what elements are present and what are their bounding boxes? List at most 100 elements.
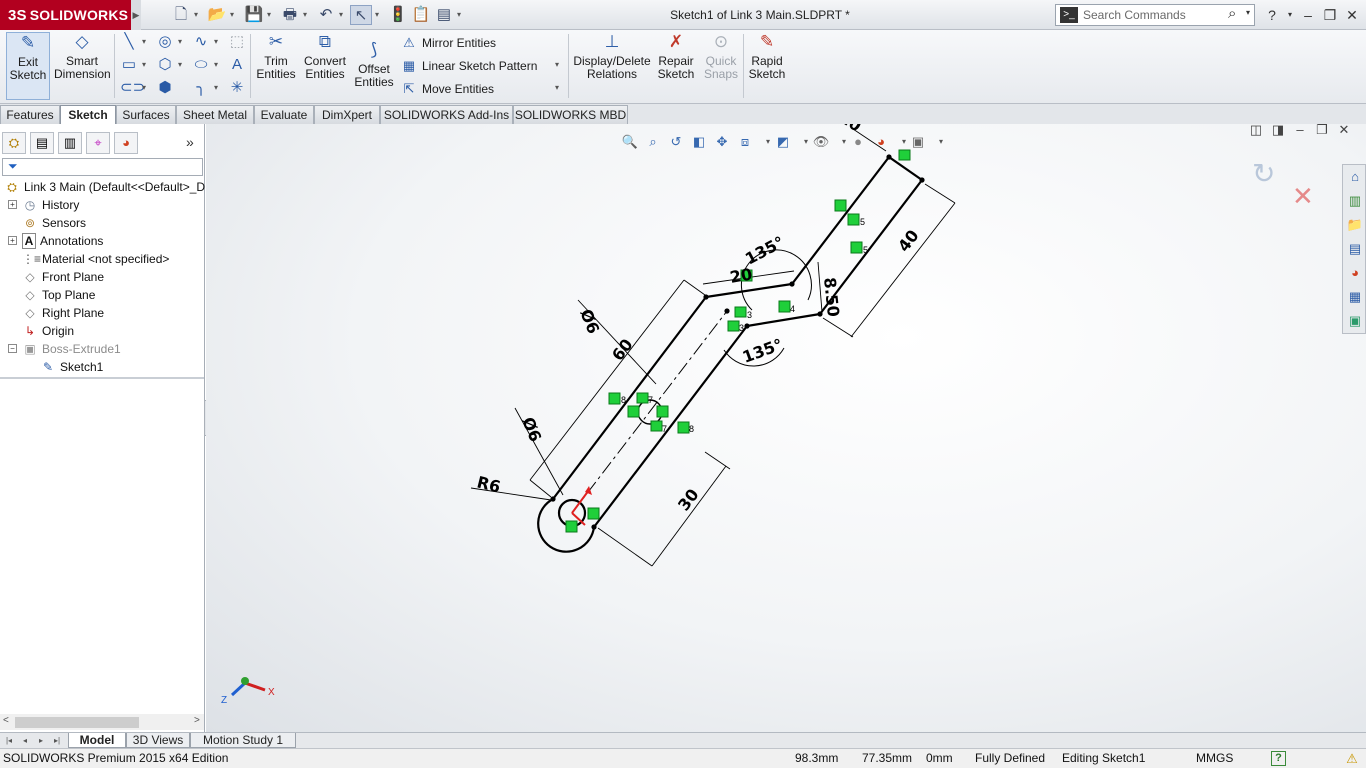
solidworks-resources-icon[interactable]: ⌂ [1345,167,1365,187]
convert-entities-button[interactable]: ⧉ Convert Entities [302,32,348,100]
sketch-line[interactable] [791,156,890,285]
save-icon[interactable]: 💾 [243,5,265,25]
polygon-icon[interactable]: ⬡ [156,56,174,74]
file-properties-icon[interactable]: 📋 [410,5,432,25]
unit-system[interactable]: MMGS [1196,749,1233,768]
horizontal-scrollbar[interactable]: < > [0,714,204,730]
tab-sketch[interactable]: Sketch [60,105,116,124]
dimension-angle-bottom[interactable]: 135° [740,335,785,367]
tab-sheet-metal[interactable]: Sheet Metal [176,105,254,124]
sketch-line[interactable] [705,282,793,299]
sketch-grid-icon[interactable]: ⬚ [228,33,246,51]
property-manager-tab-icon[interactable]: ▤ [30,132,54,154]
dimxpert-manager-tab-icon[interactable]: ⌖ [86,132,110,154]
pattern-dropdown-icon[interactable]: ▾ [555,56,563,74]
menu-expand-arrow-icon[interactable]: ▶ [131,0,141,30]
help-icon[interactable]: ? [1262,5,1282,25]
vertical-relation-icon[interactable] [627,405,640,418]
equal-relation-icon[interactable] [727,320,740,332]
expand-toggle[interactable]: + [8,236,17,245]
line-icon[interactable]: ╲ [120,33,138,51]
tree-item-annotations[interactable]: + A Annotations [8,232,103,250]
move-dropdown-icon[interactable]: ▾ [555,79,563,97]
quick-snaps-button[interactable]: ⊙ Quick Snaps [702,32,740,100]
tab-3d-views[interactable]: 3D Views [126,733,190,748]
ellipse-icon[interactable]: ⬭ [192,56,210,74]
spline-dropdown-icon[interactable]: ▾ [214,33,222,51]
line-dropdown-icon[interactable]: ▾ [142,33,150,51]
scroll-left-icon[interactable]: < [3,715,9,726]
equal-relation-icon[interactable] [636,392,649,404]
tree-filter-field[interactable]: ⏷ [2,158,203,176]
tree-item-sensors[interactable]: ⊚ Sensors [22,214,86,232]
view-palette-icon[interactable]: ▤ [1345,239,1365,259]
horizontal-relation-icon[interactable] [898,149,911,161]
feature-tree-tab-icon[interactable]: ⛭ [2,132,26,154]
tangent-relation-icon[interactable] [587,507,600,520]
minimize-icon[interactable]: – [1298,5,1318,25]
help-dropdown-icon[interactable]: ▾ [1280,5,1300,25]
tree-item-boss-extrude[interactable]: − ▣ Boss-Extrude1 [8,340,121,358]
undo-icon[interactable]: ↶ [315,5,337,25]
rectangle-icon[interactable]: ▭ [120,56,138,74]
smart-dimension-button[interactable]: ◇ Smart Dimension [54,32,111,100]
polygon-hex-icon[interactable]: ⬢ [156,79,174,97]
centerline[interactable] [571,310,728,514]
tree-item-material[interactable]: ⋮≡Material <not specified> [22,250,169,268]
dimension-8-50[interactable]: 8.50 [820,276,843,317]
rebuild-traffic-light-icon[interactable]: 🚦 [387,5,409,25]
sketch-canvas[interactable]: 5 5 4 3 3 7 8 7 8 10 40 20 135° 8.50 Ø6 … [206,124,1336,732]
dimension-60[interactable]: 60 [608,335,637,364]
tree-item-history[interactable]: + ◷ History [8,196,79,214]
parallel-relation-icon[interactable] [608,392,621,405]
display-manager-tab-icon[interactable]: ◕ [114,132,138,154]
dimension-angle-top[interactable]: 135° [742,232,787,268]
options-icon[interactable]: ▤ [433,5,455,25]
sketch-point[interactable] [550,496,556,502]
tree-item-sketch1[interactable]: ✎ Sketch1 [40,358,103,376]
tab-evaluate[interactable]: Evaluate [254,105,314,124]
coincident-relation-icon[interactable] [656,405,669,418]
save-dropdown-icon[interactable]: ▾ [267,5,275,25]
equal-relation-icon[interactable] [650,420,663,432]
sketch-point[interactable] [744,323,750,329]
polygon-dropdown-icon[interactable]: ▾ [178,56,186,74]
search-icon[interactable]: ⌕ [1228,5,1236,22]
next-tab-icon[interactable]: ▸ [34,735,48,747]
offset-entities-button[interactable]: ⟆ Offset Entities [352,40,396,108]
slot-dropdown-icon[interactable]: ▾ [142,79,150,97]
sketch-point[interactable] [886,154,892,160]
parallel-relation-icon[interactable] [850,241,863,254]
search-commands-box[interactable]: >_ Search Commands ⌕ ▾ [1055,4,1255,26]
move-entities-button[interactable]: ⇱ Move Entities [400,79,494,99]
dimension-r6[interactable]: R6 [475,472,502,496]
rectangle-dropdown-icon[interactable]: ▾ [142,56,150,74]
tree-item-top-plane[interactable]: ◇ Top Plane [22,286,95,304]
prev-tab-icon[interactable]: ◂ [18,735,32,747]
new-document-icon[interactable]: 🗋 [170,5,192,25]
tree-item-origin[interactable]: ↳ Origin [22,322,74,340]
sketch-line[interactable] [552,296,707,500]
sketch-point[interactable] [817,311,823,317]
panel-splitter[interactable] [0,377,204,379]
circle-dropdown-icon[interactable]: ▾ [178,33,186,51]
repair-sketch-button[interactable]: ✗ Repair Sketch [654,32,698,100]
sketch-point[interactable] [919,177,925,183]
dimension-40[interactable]: 40 [894,226,923,255]
display-delete-relations-button[interactable]: ⊥ Display/Delete Relations [572,32,652,100]
undo-dropdown-icon[interactable]: ▾ [339,5,347,25]
last-tab-icon[interactable]: ▸| [50,735,64,747]
file-explorer-icon[interactable]: 📁 [1345,215,1365,235]
select-cursor-icon[interactable]: ↖ [350,5,372,25]
sketch-point[interactable] [591,524,597,530]
configuration-manager-tab-icon[interactable]: ▥ [58,132,82,154]
vertical-relation-icon[interactable] [834,199,847,212]
tab-mbd[interactable]: SOLIDWORKS MBD [513,105,628,124]
options-dropdown-icon[interactable]: ▾ [457,5,465,25]
point-icon[interactable]: ✳ [228,79,246,97]
parallel-relation-icon[interactable] [778,300,791,313]
sketch-point[interactable] [789,281,795,287]
dimension-30[interactable]: 30 [674,485,703,514]
quick-tips-icon[interactable]: ? [1271,751,1286,766]
solidworks-logo[interactable]: 3S SOLIDWORKS [0,0,131,30]
